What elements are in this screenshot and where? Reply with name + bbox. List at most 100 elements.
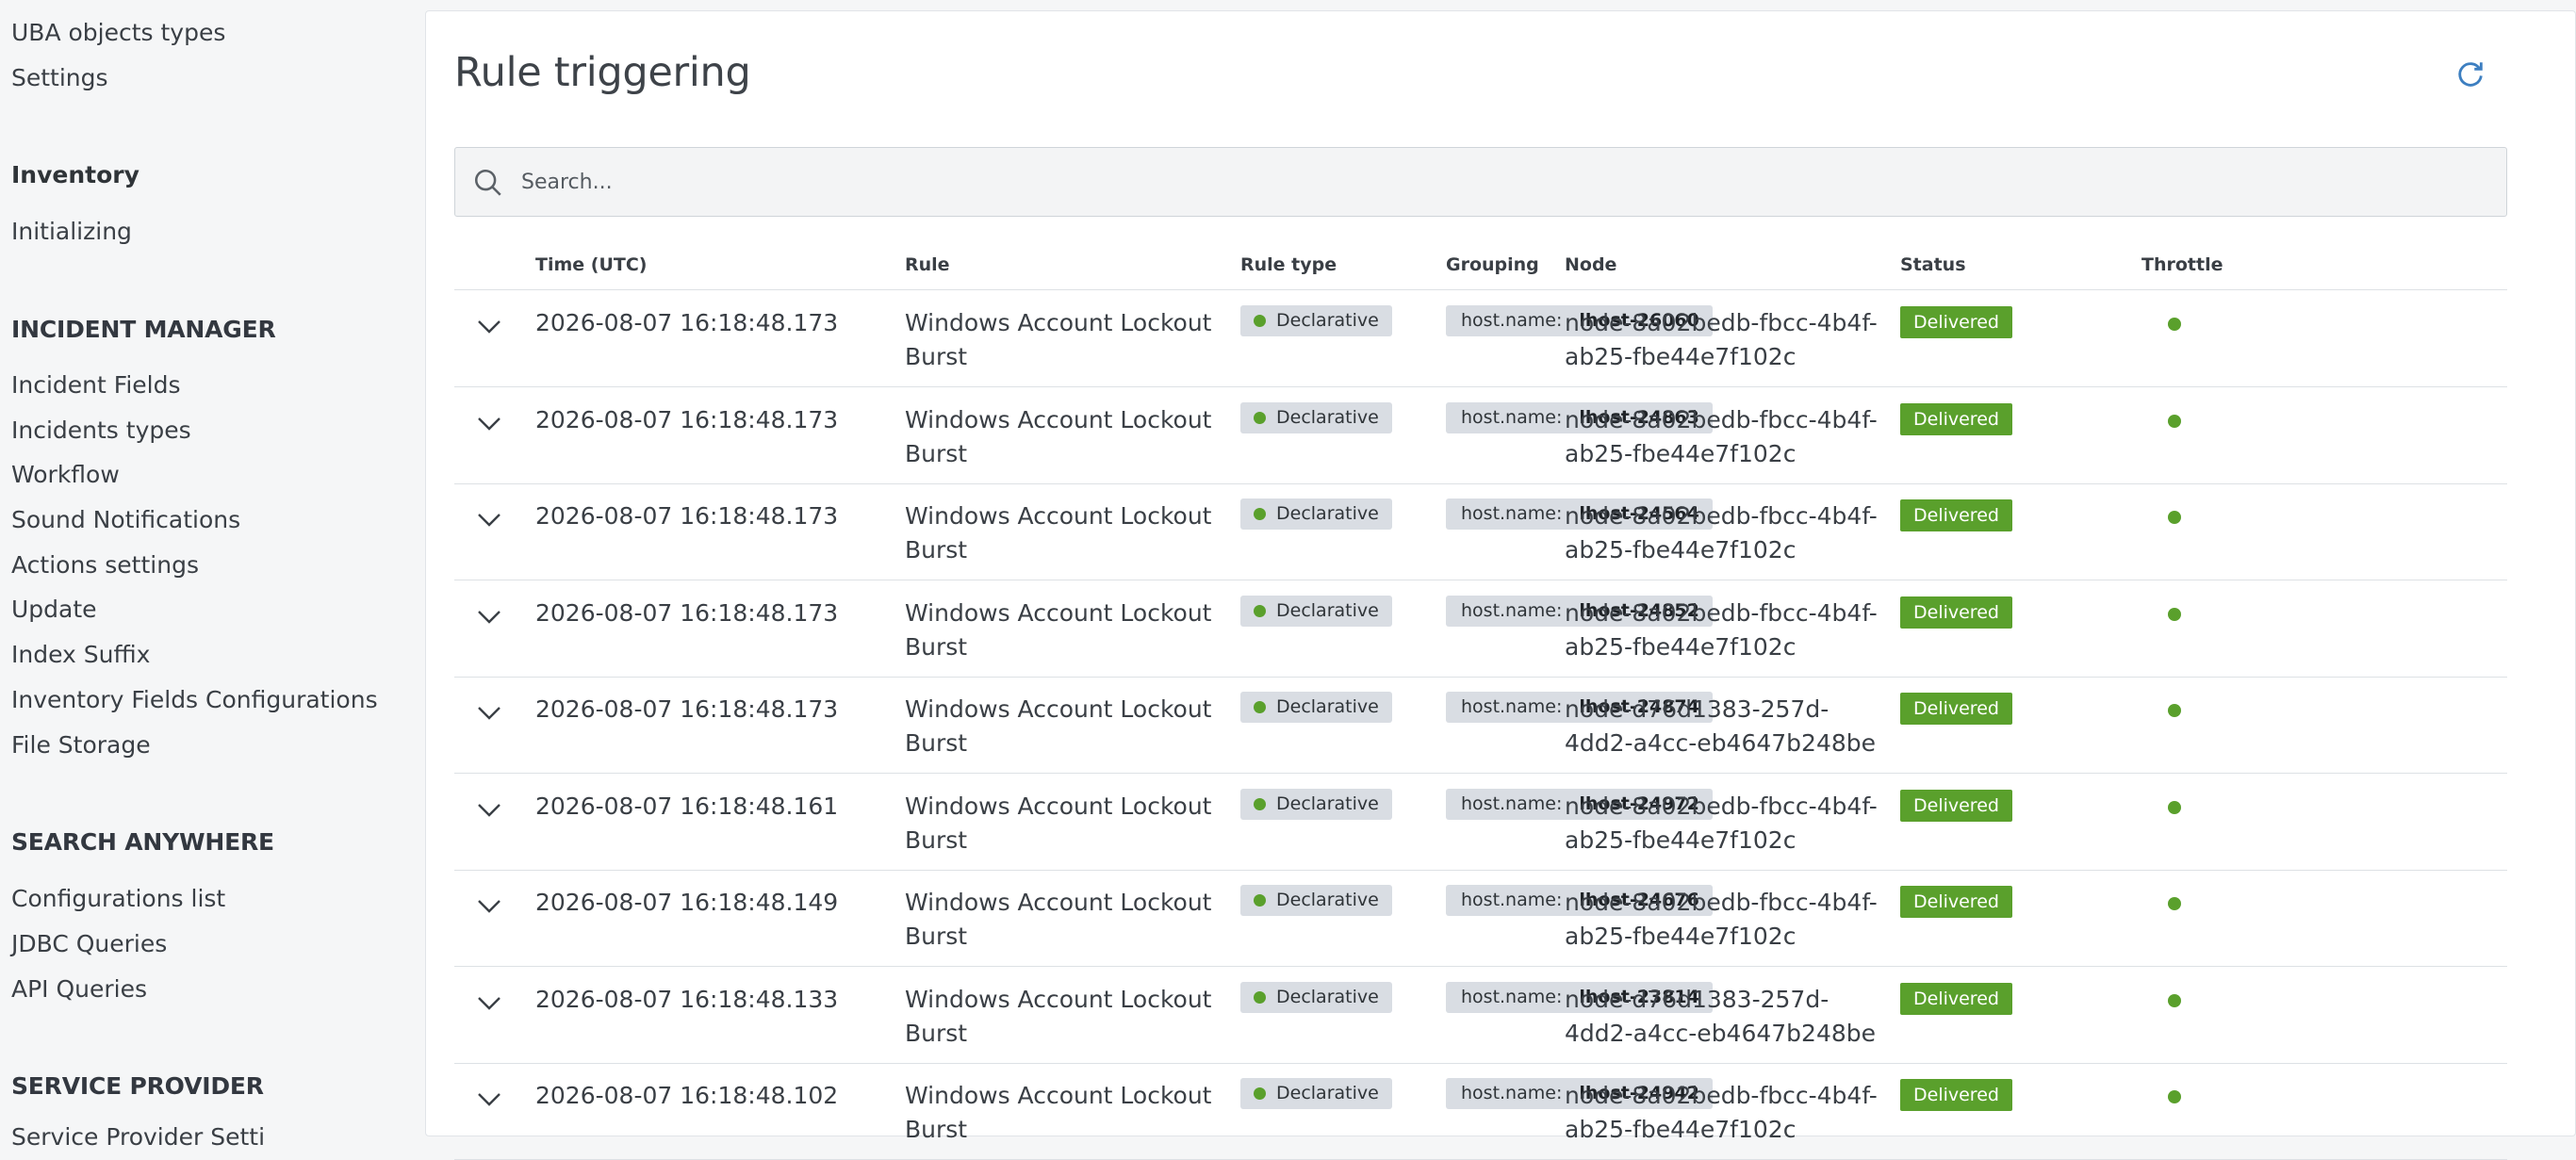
rule-type-label: Declarative — [1276, 310, 1379, 331]
table-row[interactable]: 2026-08-07 16:18:48.173 Windows Account … — [454, 291, 2507, 387]
sidebar-item-workflow[interactable]: Workflow — [11, 461, 120, 488]
table-row[interactable]: 2026-08-07 16:18:48.173 Windows Account … — [454, 581, 2507, 678]
column-header-status[interactable]: Status — [1900, 254, 1966, 275]
table-row[interactable]: 2026-08-07 16:18:48.149 Windows Account … — [454, 871, 2507, 967]
status-badge: Delivered — [1900, 790, 2012, 822]
rule-type-label: Declarative — [1276, 696, 1379, 717]
cell-rule[interactable]: Windows Account Lockout Burst — [905, 306, 1216, 374]
grouping-key: host.name: — [1461, 696, 1563, 717]
sidebar-heading-inventory: Inventory — [11, 161, 139, 188]
status-dot-icon — [1254, 991, 1266, 1004]
cell-rule[interactable]: Windows Account Lockout Burst — [905, 693, 1216, 760]
sidebar-item-file-storage[interactable]: File Storage — [11, 731, 151, 759]
cell-rule[interactable]: Windows Account Lockout Burst — [905, 499, 1216, 567]
throttle-indicator-icon — [2168, 801, 2181, 814]
cell-rule[interactable]: Windows Account Lockout Burst — [905, 1079, 1216, 1147]
cell-rule[interactable]: Windows Account Lockout Burst — [905, 790, 1216, 858]
chevron-down-icon[interactable] — [475, 413, 503, 433]
grouping-key: host.name: — [1461, 987, 1563, 1007]
table-row[interactable]: 2026-08-07 16:18:48.173 Windows Account … — [454, 484, 2507, 580]
rule-type-badge: Declarative — [1240, 596, 1392, 627]
throttle-indicator-icon — [2168, 511, 2181, 524]
rule-type-badge: Declarative — [1240, 1078, 1392, 1109]
cell-time: 2026-08-07 16:18:48.173 — [535, 599, 839, 627]
sidebar-item-service-provider-settings[interactable]: Service Provider Setti — [11, 1123, 265, 1151]
cell-rule[interactable]: Windows Account Lockout Burst — [905, 983, 1216, 1051]
chevron-down-icon[interactable] — [475, 606, 503, 627]
table-row[interactable]: 2026-08-07 16:18:48.161 Windows Account … — [454, 775, 2507, 871]
cell-time: 2026-08-07 16:18:48.173 — [535, 695, 839, 723]
sidebar-item-update[interactable]: Update — [11, 596, 97, 623]
rule-triggering-panel: Rule triggering Time (UTC) Rule Rule typ… — [425, 10, 2576, 1160]
status-dot-icon — [1254, 605, 1266, 617]
status-dot-icon — [1254, 894, 1266, 907]
column-header-grouping[interactable]: Grouping — [1446, 254, 1539, 275]
status-dot-icon — [1254, 701, 1266, 713]
sidebar-heading-search-anywhere: SEARCH ANYWHERE — [11, 828, 274, 856]
rule-type-badge: Declarative — [1240, 402, 1392, 433]
sidebar-item-uba-objects-types[interactable]: UBA objects types — [11, 19, 225, 46]
sidebar-item-configurations-list[interactable]: Configurations list — [11, 885, 225, 912]
cell-time: 2026-08-07 16:18:48.173 — [535, 309, 839, 336]
grouping-key: host.name: — [1461, 1083, 1563, 1103]
column-header-rule[interactable]: Rule — [905, 254, 950, 275]
chevron-down-icon[interactable] — [475, 799, 503, 820]
table-row[interactable]: 2026-08-07 16:18:48.173 Windows Account … — [454, 388, 2507, 484]
sidebar-item-actions-settings[interactable]: Actions settings — [11, 551, 199, 579]
rule-type-label: Declarative — [1276, 890, 1379, 910]
cell-time: 2026-08-07 16:18:48.173 — [535, 406, 839, 433]
search-input[interactable] — [521, 148, 2482, 216]
sidebar-heading-service-provider: SERVICE PROVIDER — [11, 1072, 264, 1100]
table-row[interactable]: 2026-08-07 16:18:48.133 Windows Account … — [454, 968, 2507, 1064]
status-dot-icon — [1254, 412, 1266, 424]
status-badge: Delivered — [1900, 596, 2012, 629]
sidebar-item-index-suffix[interactable]: Index Suffix — [11, 641, 150, 668]
cell-node: node-8a02bedb-fbcc-4b4f-ab25-fbe44e7f102… — [1565, 792, 1878, 854]
status-badge: Delivered — [1900, 403, 2012, 435]
chevron-down-icon[interactable] — [475, 1088, 503, 1109]
sidebar-item-sound-notifications[interactable]: Sound Notifications — [11, 506, 240, 533]
sidebar-item-initializing[interactable]: Initializing — [11, 218, 132, 245]
table-row[interactable]: 2026-08-07 16:18:48.102 Windows Account … — [454, 1064, 2507, 1160]
grouping-key: host.name: — [1461, 310, 1563, 331]
grouping-key: host.name: — [1461, 793, 1563, 814]
column-header-time[interactable]: Time (UTC) — [535, 254, 647, 275]
rule-type-badge: Declarative — [1240, 692, 1392, 723]
sidebar-item-api-queries[interactable]: API Queries — [11, 975, 147, 1003]
rule-type-badge: Declarative — [1240, 789, 1392, 820]
cell-time: 2026-08-07 16:18:48.133 — [535, 986, 839, 1013]
status-dot-icon — [1254, 1087, 1266, 1100]
status-dot-icon — [1254, 798, 1266, 810]
sidebar-item-settings[interactable]: Settings — [11, 64, 108, 91]
sidebar-item-inventory-fields-configurations[interactable]: Inventory Fields Configurations — [11, 686, 378, 713]
chevron-down-icon[interactable] — [475, 895, 503, 916]
cell-rule[interactable]: Windows Account Lockout Burst — [905, 403, 1216, 471]
status-badge: Delivered — [1900, 1079, 2012, 1111]
rule-type-label: Declarative — [1276, 987, 1379, 1007]
sidebar-item-jdbc-queries[interactable]: JDBC Queries — [11, 930, 167, 957]
refresh-icon[interactable] — [2454, 58, 2486, 90]
status-dot-icon — [1254, 508, 1266, 520]
cell-rule[interactable]: Windows Account Lockout Burst — [905, 886, 1216, 954]
table-row[interactable]: 2026-08-07 16:18:48.173 Windows Account … — [454, 678, 2507, 774]
chevron-down-icon[interactable] — [475, 509, 503, 530]
sidebar-item-incidents-types[interactable]: Incidents types — [11, 417, 191, 444]
chevron-down-icon[interactable] — [475, 702, 503, 723]
rule-type-badge: Declarative — [1240, 982, 1392, 1013]
cell-rule[interactable]: Windows Account Lockout Burst — [905, 596, 1216, 664]
status-badge: Delivered — [1900, 983, 2012, 1015]
column-header-rule-type[interactable]: Rule type — [1240, 254, 1337, 275]
chevron-down-icon[interactable] — [475, 316, 503, 336]
cell-node: node-d76d1383-257d-4dd2-a4cc-eb4647b248b… — [1565, 986, 1877, 1047]
throttle-indicator-icon — [2168, 608, 2181, 621]
chevron-down-icon[interactable] — [475, 992, 503, 1013]
column-header-throttle[interactable]: Throttle — [2141, 254, 2223, 275]
sidebar-item-incident-fields[interactable]: Incident Fields — [11, 371, 180, 399]
cell-node: node-8a02bedb-fbcc-4b4f-ab25-fbe44e7f102… — [1565, 309, 1878, 370]
cell-node: node-d76d1383-257d-4dd2-a4cc-eb4647b248b… — [1565, 695, 1877, 757]
cell-node: node-8a02bedb-fbcc-4b4f-ab25-fbe44e7f102… — [1565, 502, 1878, 564]
grouping-key: host.name: — [1461, 890, 1563, 910]
rule-type-label: Declarative — [1276, 793, 1379, 814]
column-header-node[interactable]: Node — [1565, 254, 1616, 275]
cell-node: node-8a02bedb-fbcc-4b4f-ab25-fbe44e7f102… — [1565, 599, 1878, 661]
